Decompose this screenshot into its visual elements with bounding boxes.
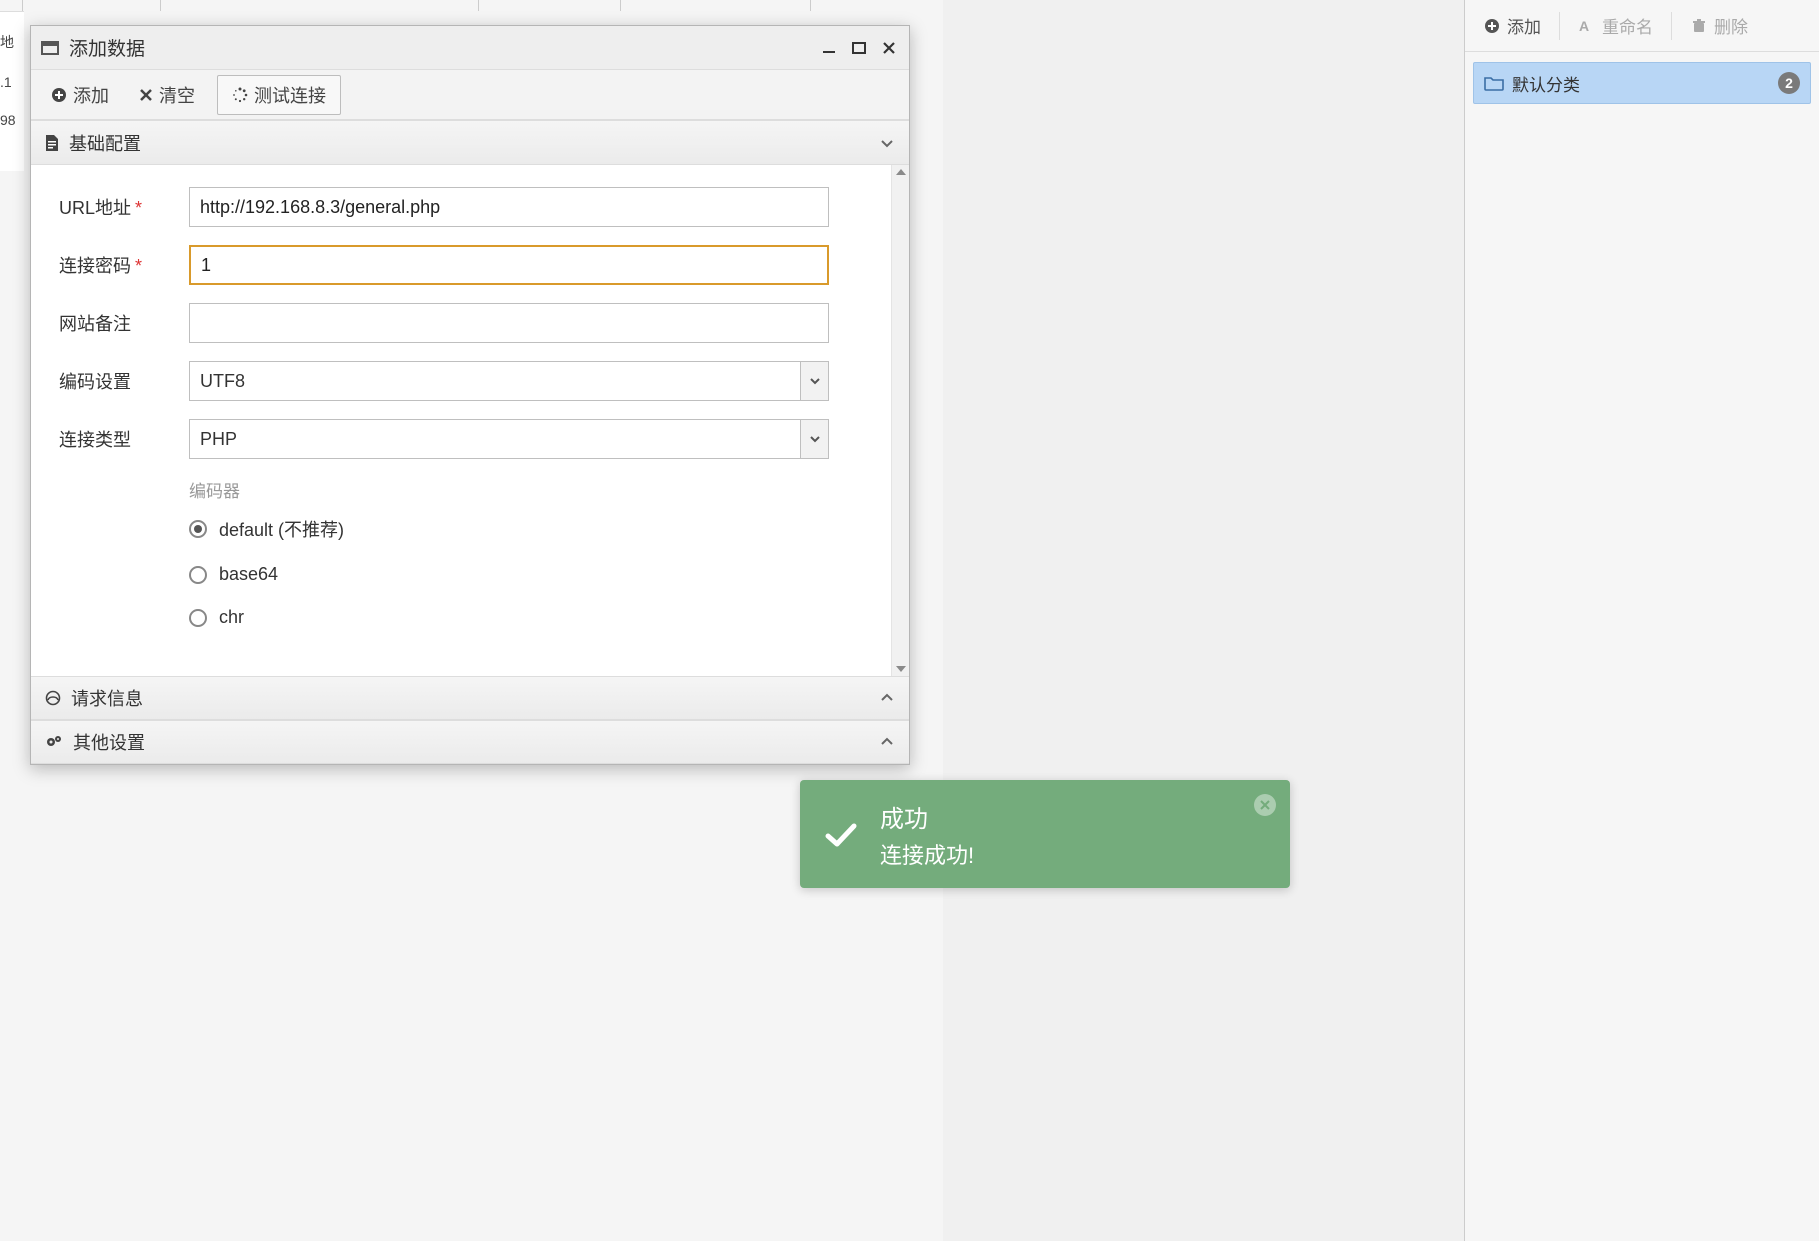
radio-icon: [189, 566, 207, 584]
section-basic-body: URL地址* 连接密码* 网站备注 编码设置 UT: [31, 165, 909, 676]
section-other-label: 其他设置: [73, 729, 145, 755]
x-icon: [139, 88, 153, 102]
plus-circle-icon: [1483, 17, 1501, 35]
category-item-default[interactable]: 默认分类 2: [1473, 62, 1811, 104]
url-label: URL地址*: [59, 194, 189, 220]
folder-icon: [1484, 75, 1504, 91]
add-data-dialog: 添加数据 添加 清空: [30, 25, 910, 765]
section-basic-header[interactable]: 基础配置: [31, 121, 909, 165]
toolbar-clear-label: 清空: [159, 82, 195, 108]
password-label: 连接密码*: [59, 252, 189, 278]
close-button[interactable]: [879, 38, 899, 58]
encoder-group-label: 编码器: [189, 477, 881, 502]
spinner-icon: [232, 87, 248, 103]
toolbar-add-label: 添加: [73, 82, 109, 108]
scroll-down-icon: [896, 666, 906, 672]
encoder-base64-label: base64: [219, 564, 278, 585]
sidebar-delete-label: 删除: [1714, 13, 1748, 38]
section-basic-label: 基础配置: [69, 130, 141, 156]
toolbar-add-button[interactable]: 添加: [43, 78, 117, 112]
dialog-title: 添加数据: [69, 34, 145, 61]
check-icon: [820, 814, 860, 854]
category-sidebar: 添加 A 重命名 删除 默认分类 2: [1464, 0, 1819, 1241]
type-select[interactable]: PHP: [189, 419, 829, 459]
edge-icon: [45, 690, 61, 706]
chevron-up-icon: [879, 734, 895, 750]
toast-close-button[interactable]: [1254, 794, 1276, 816]
toolbar-test-button[interactable]: 测试连接: [217, 75, 341, 115]
sidebar-add-button[interactable]: 添加: [1471, 7, 1553, 44]
chevron-up-icon: [879, 690, 895, 706]
sidebar-rename-label: 重命名: [1602, 13, 1653, 38]
type-value: PHP: [190, 420, 800, 458]
type-label: 连接类型: [59, 426, 189, 452]
maximize-button[interactable]: [849, 38, 869, 58]
sidebar-delete-button[interactable]: 删除: [1678, 7, 1760, 44]
sidebar-add-label: 添加: [1507, 13, 1541, 38]
encoding-dropdown-button[interactable]: [800, 362, 828, 400]
svg-text:A: A: [1579, 18, 1589, 34]
font-icon: A: [1578, 17, 1596, 35]
plus-circle-icon: [51, 87, 67, 103]
encoding-value: UTF8: [190, 362, 800, 400]
dialog-accordion: 基础配置 URL地址* 连接密码*: [31, 120, 909, 764]
section-request-header[interactable]: 请求信息: [31, 676, 909, 720]
encoding-select[interactable]: UTF8: [189, 361, 829, 401]
type-dropdown-button[interactable]: [800, 420, 828, 458]
radio-icon: [189, 520, 207, 538]
scroll-up-icon: [896, 169, 906, 175]
window-icon: [41, 41, 59, 55]
dialog-titlebar[interactable]: 添加数据: [31, 26, 909, 70]
encoder-radio-chr[interactable]: chr: [189, 607, 881, 628]
toolbar-clear-button[interactable]: 清空: [131, 78, 203, 112]
toast-body: 连接成功!: [880, 838, 974, 870]
section-request-label: 请求信息: [71, 685, 143, 711]
document-icon: [45, 135, 59, 151]
encoding-label: 编码设置: [59, 368, 189, 394]
success-toast: 成功 连接成功!: [800, 780, 1290, 888]
url-input[interactable]: [189, 187, 829, 227]
category-label: 默认分类: [1512, 71, 1580, 96]
password-input[interactable]: [189, 245, 829, 285]
radio-icon: [189, 609, 207, 627]
section-other-header[interactable]: 其他设置: [31, 720, 909, 764]
encoder-radio-base64[interactable]: base64: [189, 564, 881, 585]
toast-title: 成功: [880, 799, 974, 834]
chevron-down-icon: [879, 135, 895, 151]
encoder-radio-default[interactable]: default (不推荐): [189, 516, 881, 542]
gears-icon: [45, 734, 63, 750]
trash-icon: [1690, 17, 1708, 35]
note-input[interactable]: [189, 303, 829, 343]
minimize-button[interactable]: [819, 38, 839, 58]
sidebar-rename-button[interactable]: A 重命名: [1566, 7, 1665, 44]
toolbar-test-label: 测试连接: [254, 82, 326, 108]
category-count-badge: 2: [1778, 72, 1800, 94]
note-label: 网站备注: [59, 310, 189, 336]
encoder-default-label: default (不推荐): [219, 516, 344, 542]
encoder-chr-label: chr: [219, 607, 244, 628]
dialog-toolbar: 添加 清空 测试连接: [31, 70, 909, 120]
sidebar-toolbar: 添加 A 重命名 删除: [1465, 0, 1819, 52]
toolbar-separator: [1671, 12, 1672, 40]
vertical-scrollbar[interactable]: [891, 165, 909, 676]
background-row-fragment: 地 .1 98: [0, 11, 24, 171]
toolbar-separator: [1559, 12, 1560, 40]
